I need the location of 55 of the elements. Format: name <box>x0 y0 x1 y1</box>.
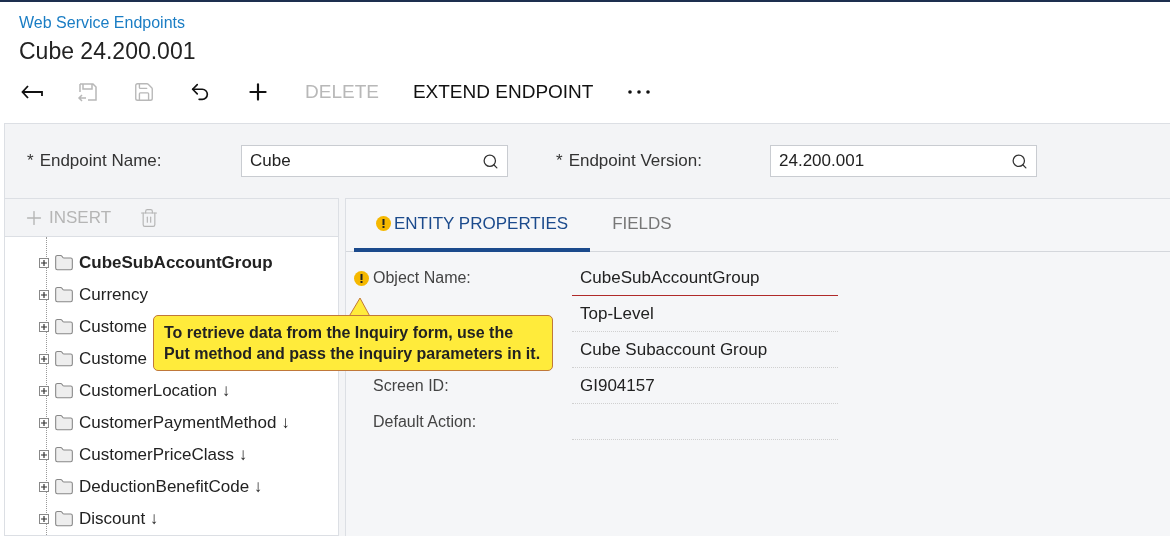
tree-item[interactable]: Currency <box>79 285 148 305</box>
folder-icon <box>54 317 74 337</box>
tab[interactable]: ENTITY PROPERTIES <box>354 199 591 252</box>
text-field[interactable]: Cube Subaccount Group <box>572 332 838 368</box>
more-icon <box>627 89 652 95</box>
tree-item[interactable]: CustomerPaymentMethod ↓ <box>79 413 290 433</box>
lookup-field[interactable]: Cube <box>241 145 508 177</box>
folder-icon <box>54 349 74 369</box>
expand-icon[interactable] <box>39 322 49 332</box>
folder-icon <box>54 381 74 401</box>
tooltip: To retrieve data from the Inquiry form, use the Put method and pass the inquiry parameters in it. <box>153 315 553 371</box>
back-arrow-icon <box>21 84 43 100</box>
field-label: Endpoint Name: <box>39 151 162 171</box>
folder-icon <box>54 445 74 465</box>
expand-icon[interactable] <box>39 482 49 492</box>
folder-icon <box>54 477 74 497</box>
text-field[interactable]: Top-Level <box>572 296 838 332</box>
expand-icon[interactable] <box>39 450 49 460</box>
tree-item[interactable]: Custome <box>79 317 148 337</box>
expand-icon[interactable] <box>39 514 49 524</box>
folder-icon <box>54 253 74 273</box>
breadcrumb-link[interactable]: Web Service Endpoints <box>19 13 185 33</box>
field-label: Default Action: <box>373 413 477 431</box>
tab[interactable]: FIELDS <box>590 199 694 252</box>
save-icon <box>133 81 155 103</box>
text-field[interactable]: CubeSubAccountGroup <box>572 260 838 296</box>
field-label: Endpoint Version: <box>568 151 702 171</box>
tree-item[interactable]: Custome <box>79 349 148 369</box>
folder-icon <box>54 285 74 305</box>
page-title: Cube 24.200.001 <box>19 37 196 66</box>
required-mark: * <box>27 151 34 171</box>
trash-icon <box>139 207 160 228</box>
tree-item[interactable]: DeductionBenefitCode ↓ <box>79 477 263 497</box>
search-icon <box>482 152 499 170</box>
tree-item[interactable]: CubeSubAccountGroup <box>79 253 273 273</box>
expand-icon[interactable] <box>39 258 49 268</box>
tree-item[interactable]: CustomerLocation ↓ <box>79 381 231 401</box>
required-mark: * <box>556 151 563 171</box>
expand-icon[interactable] <box>39 290 49 300</box>
lookup-field[interactable]: 24.200.001 <box>770 145 1037 177</box>
tree-item[interactable]: CustomerPriceClass ↓ <box>79 445 248 465</box>
expand-icon[interactable] <box>39 354 49 364</box>
tree-item[interactable]: Discount ↓ <box>79 509 159 529</box>
save-return-icon <box>77 81 99 103</box>
field-label: Screen ID: <box>373 377 449 395</box>
undo-icon <box>189 81 211 103</box>
expand-icon[interactable] <box>39 386 49 396</box>
text-field[interactable]: GI904157 <box>572 368 838 404</box>
toolbar-button[interactable]: EXTEND ENDPOINT <box>395 75 611 109</box>
field-label: Object Name: <box>373 269 471 287</box>
warning-icon <box>376 216 391 231</box>
folder-icon <box>54 509 74 529</box>
expand-icon[interactable] <box>39 418 49 428</box>
folder-icon <box>54 413 74 433</box>
search-icon <box>1011 152 1028 170</box>
